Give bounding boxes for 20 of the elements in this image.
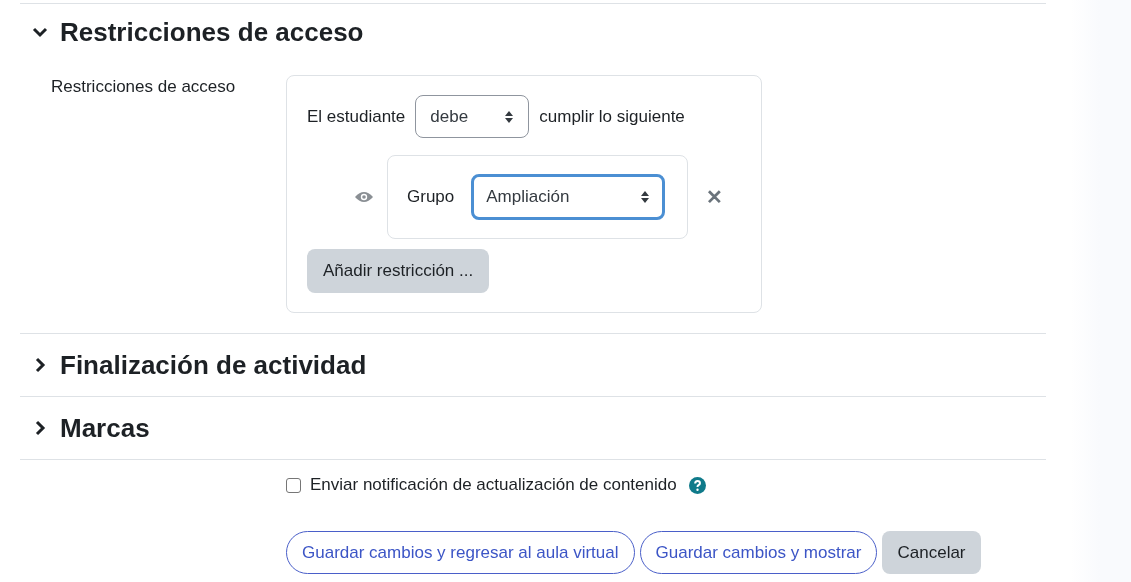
checkbox-label: Enviar notificación de actualización de contenido [310,475,677,495]
help-icon[interactable] [688,476,706,494]
close-icon[interactable]: ✕ [706,185,723,209]
section-title[interactable]: Restricciones de acceso [60,16,364,48]
section-title[interactable]: Marcas [60,412,150,444]
sort-arrows-icon [504,109,515,124]
eye-icon[interactable] [354,190,374,204]
condition-label: Grupo [407,187,455,207]
section-title[interactable]: Finalización de actividad [60,349,367,381]
save-button[interactable]: Guardar cambios y mostrar [639,531,878,574]
checkbox[interactable] [286,477,301,493]
group-select[interactable]: Ampliación [471,174,666,220]
cancel-button[interactable]: Cancelar [882,531,981,574]
rule-prefix: El estudiante [307,106,406,127]
rule-suffix: cumplir lo siguiente [539,106,685,127]
mode-select[interactable]: debe [415,95,530,138]
save-button[interactable]: Guardar cambios y regresar al aula virtual [286,531,635,574]
sort-arrows-icon [640,190,651,204]
add-restriction-button[interactable]: Añadir restricción ... [307,249,490,293]
field-label: Restricciones de acceso [51,76,237,98]
